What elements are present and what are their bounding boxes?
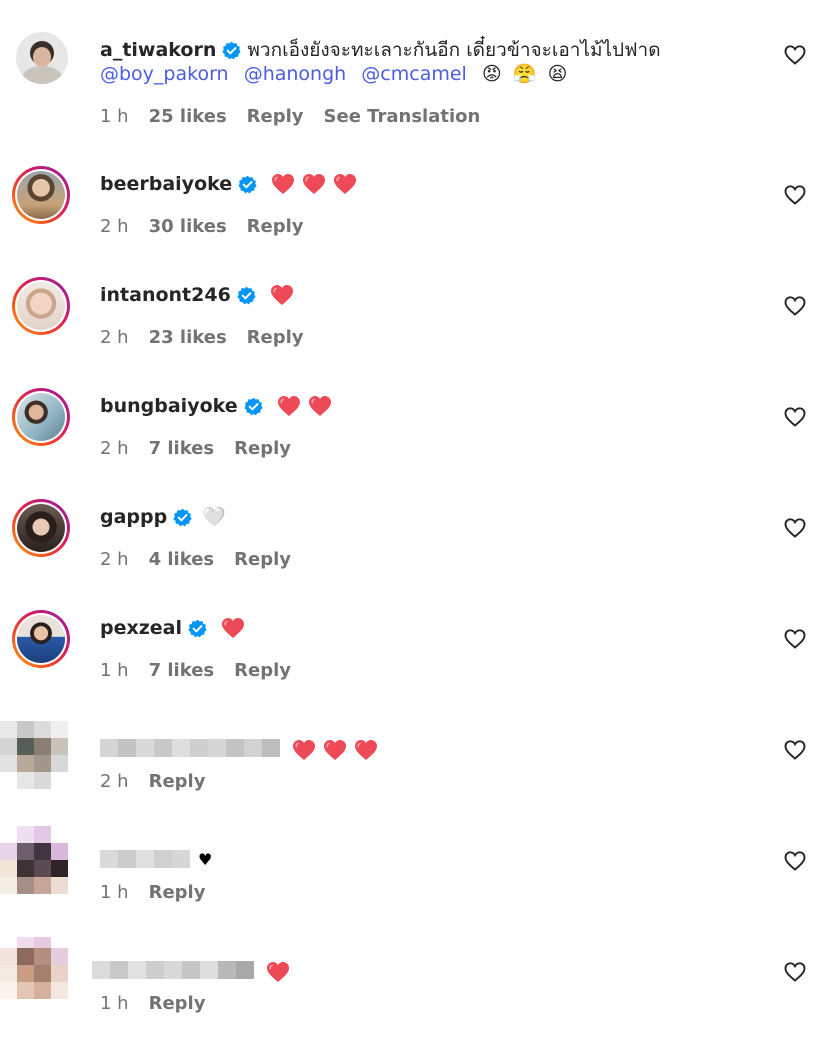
username[interactable]: a_tiwakorn bbox=[100, 39, 216, 61]
white-heart-emoji-icon: 🤍 bbox=[202, 505, 226, 528]
verified-badge-icon bbox=[238, 175, 257, 194]
reply-button[interactable]: Reply bbox=[149, 993, 206, 1014]
like-heart-icon[interactable] bbox=[783, 517, 807, 539]
like-heart-icon[interactable] bbox=[783, 44, 807, 66]
red-heart-emoji-icon bbox=[323, 739, 347, 761]
username[interactable]: beerbaiyoke bbox=[100, 173, 232, 195]
comment-item: a_tiwakorn พวกเอ็งยังจะทะเลาะกันอีก เดี๋… bbox=[0, 28, 820, 139]
avatar[interactable] bbox=[12, 610, 70, 668]
verified-badge-icon bbox=[222, 41, 241, 60]
comment-item: 2 h Reply bbox=[0, 721, 820, 832]
comment-item: 1 h Reply bbox=[0, 937, 820, 1054]
blurred-username bbox=[92, 961, 290, 983]
avatar[interactable] bbox=[16, 32, 68, 84]
comment-item: pexzeal 1 h 7 likes Reply bbox=[0, 610, 820, 721]
like-heart-icon[interactable] bbox=[783, 295, 807, 317]
username[interactable]: gappp bbox=[100, 506, 167, 528]
comment-item: intanont246 2 h 23 likes Reply bbox=[0, 277, 820, 388]
reply-button[interactable]: Reply bbox=[149, 771, 206, 792]
red-heart-emoji-icon bbox=[354, 739, 378, 761]
mention-link[interactable]: @hanongh bbox=[244, 63, 347, 85]
red-heart-emoji-icon bbox=[266, 961, 290, 983]
username[interactable]: pexzeal bbox=[100, 617, 182, 639]
red-heart-emoji-icon bbox=[277, 395, 301, 417]
like-heart-icon[interactable] bbox=[783, 406, 807, 428]
comment-time: 2 h bbox=[100, 216, 129, 237]
likes-count[interactable]: 23 likes bbox=[149, 327, 227, 348]
tired-face-emoji-icon: 😫 bbox=[547, 63, 568, 85]
verified-badge-icon bbox=[237, 286, 256, 305]
blurred-username: ♥ bbox=[100, 850, 212, 869]
pixelated-avatar[interactable] bbox=[0, 937, 78, 1015]
red-heart-emoji-icon bbox=[270, 284, 294, 306]
reply-button[interactable]: Reply bbox=[247, 216, 304, 237]
reply-button[interactable]: Reply bbox=[234, 549, 291, 570]
red-heart-emoji-icon bbox=[333, 173, 357, 195]
reply-button[interactable]: Reply bbox=[234, 660, 291, 681]
comment-time: 1 h bbox=[100, 993, 129, 1014]
reply-button[interactable]: Reply bbox=[149, 882, 206, 903]
likes-count[interactable]: 30 likes bbox=[149, 216, 227, 237]
mention-link[interactable]: @boy_pakorn bbox=[100, 63, 229, 85]
comment-time: 2 h bbox=[100, 771, 129, 792]
red-heart-emoji-icon bbox=[221, 617, 245, 639]
comment-item: bungbaiyoke 2 h 7 likes Reply bbox=[0, 388, 820, 499]
mention-link[interactable]: @cmcamel bbox=[361, 63, 467, 85]
likes-count[interactable]: 4 likes bbox=[149, 549, 215, 570]
avatar[interactable] bbox=[12, 277, 70, 335]
comment-time: 1 h bbox=[100, 106, 129, 127]
reply-button[interactable]: Reply bbox=[234, 438, 291, 459]
red-heart-emoji-icon bbox=[302, 173, 326, 195]
black-heart-emoji-icon: ♥ bbox=[198, 850, 213, 869]
comment-item: beerbaiyoke 2 h 30 likes Reply bbox=[0, 166, 820, 277]
comment-time: 2 h bbox=[100, 549, 129, 570]
like-heart-icon[interactable] bbox=[783, 961, 807, 983]
angry-face-emoji-icon: 😡 bbox=[481, 63, 502, 85]
comment-time: 1 h bbox=[100, 882, 129, 903]
verified-badge-icon bbox=[173, 508, 192, 527]
comment-item: gappp 🤍 2 h 4 likes Reply bbox=[0, 499, 820, 610]
pixelated-avatar[interactable] bbox=[0, 826, 78, 904]
verified-badge-icon bbox=[244, 397, 263, 416]
username[interactable]: intanont246 bbox=[100, 284, 231, 306]
like-heart-icon[interactable] bbox=[783, 184, 807, 206]
red-heart-emoji-icon bbox=[308, 395, 332, 417]
red-heart-emoji-icon bbox=[292, 739, 316, 761]
avatar[interactable] bbox=[12, 388, 70, 446]
like-heart-icon[interactable] bbox=[783, 850, 807, 872]
likes-count[interactable]: 7 likes bbox=[149, 438, 215, 459]
reply-button[interactable]: Reply bbox=[247, 327, 304, 348]
steam-face-emoji-icon: 😤 bbox=[512, 63, 537, 85]
avatar[interactable] bbox=[12, 499, 70, 557]
see-translation-button[interactable]: See Translation bbox=[324, 106, 481, 127]
like-heart-icon[interactable] bbox=[783, 739, 807, 761]
like-heart-icon[interactable] bbox=[783, 628, 807, 650]
reply-button[interactable]: Reply bbox=[247, 106, 304, 127]
comment-time: 2 h bbox=[100, 327, 129, 348]
verified-badge-icon bbox=[188, 619, 207, 638]
comment-time: 1 h bbox=[100, 660, 129, 681]
likes-count[interactable]: 7 likes bbox=[149, 660, 215, 681]
comment-text: พวกเอ็งยังจะทะเลาะกันอีก เดี๋ยวข้าจะเอาไ… bbox=[247, 39, 661, 61]
comment-time: 2 h bbox=[100, 438, 129, 459]
likes-count[interactable]: 25 likes bbox=[149, 106, 227, 127]
avatar[interactable] bbox=[12, 166, 70, 224]
red-heart-emoji-icon bbox=[271, 173, 295, 195]
blurred-username bbox=[100, 739, 378, 761]
pixelated-avatar[interactable] bbox=[0, 715, 78, 793]
username[interactable]: bungbaiyoke bbox=[100, 395, 238, 417]
comment-item: ♥ 1 h Reply bbox=[0, 826, 820, 943]
